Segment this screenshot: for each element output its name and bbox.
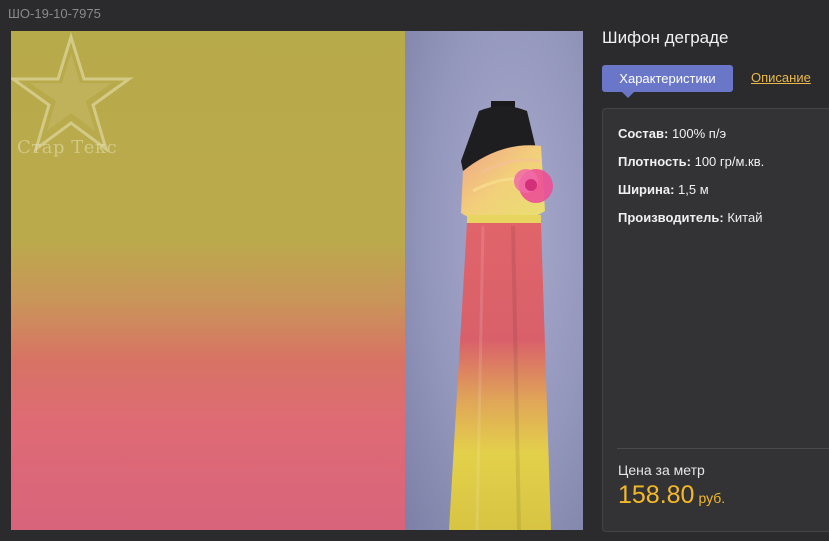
specs-panel: Состав: 100% п/э Плотность: 100 гр/м.кв.… [602, 108, 829, 532]
spec-value: 100 гр/м.кв. [694, 154, 765, 169]
price-currency: руб. [698, 490, 726, 506]
spec-row-composition: Состав: 100% п/э [618, 126, 726, 141]
spec-label: Ширина: [618, 182, 675, 197]
tab-description[interactable]: Описание [751, 70, 811, 85]
product-sku: ШО-19-10-7975 [8, 6, 101, 21]
tab-characteristics[interactable]: Характеристики [602, 65, 733, 98]
price-value: 158.80 руб. [618, 481, 725, 510]
brand-caption: Стар Текс [17, 137, 118, 158]
spec-label: Производитель: [618, 210, 724, 225]
spec-row-density: Плотность: 100 гр/м.кв. [618, 154, 764, 169]
mannequin-dress-illustration [449, 101, 553, 530]
price-amount: 158.80 [618, 481, 695, 509]
spec-row-manufacturer: Производитель: Китай [618, 210, 762, 225]
tab-characteristics-label: Характеристики [619, 71, 716, 86]
product-photo[interactable]: Стар Текс [11, 31, 583, 530]
price-label: Цена за метр [618, 462, 705, 478]
spec-label: Плотность: [618, 154, 691, 169]
spec-label: Состав: [618, 126, 669, 141]
product-card: ШО-19-10-7975 Стар Текс Шифон деграде Ха… [0, 0, 829, 541]
price-divider [617, 448, 829, 449]
spec-value: 1,5 м [678, 182, 709, 197]
product-title: Шифон деграде [602, 28, 729, 47]
spec-value: Китай [727, 210, 763, 225]
spec-value: 100% п/э [671, 126, 727, 141]
spec-row-width: Ширина: 1,5 м [618, 182, 709, 197]
